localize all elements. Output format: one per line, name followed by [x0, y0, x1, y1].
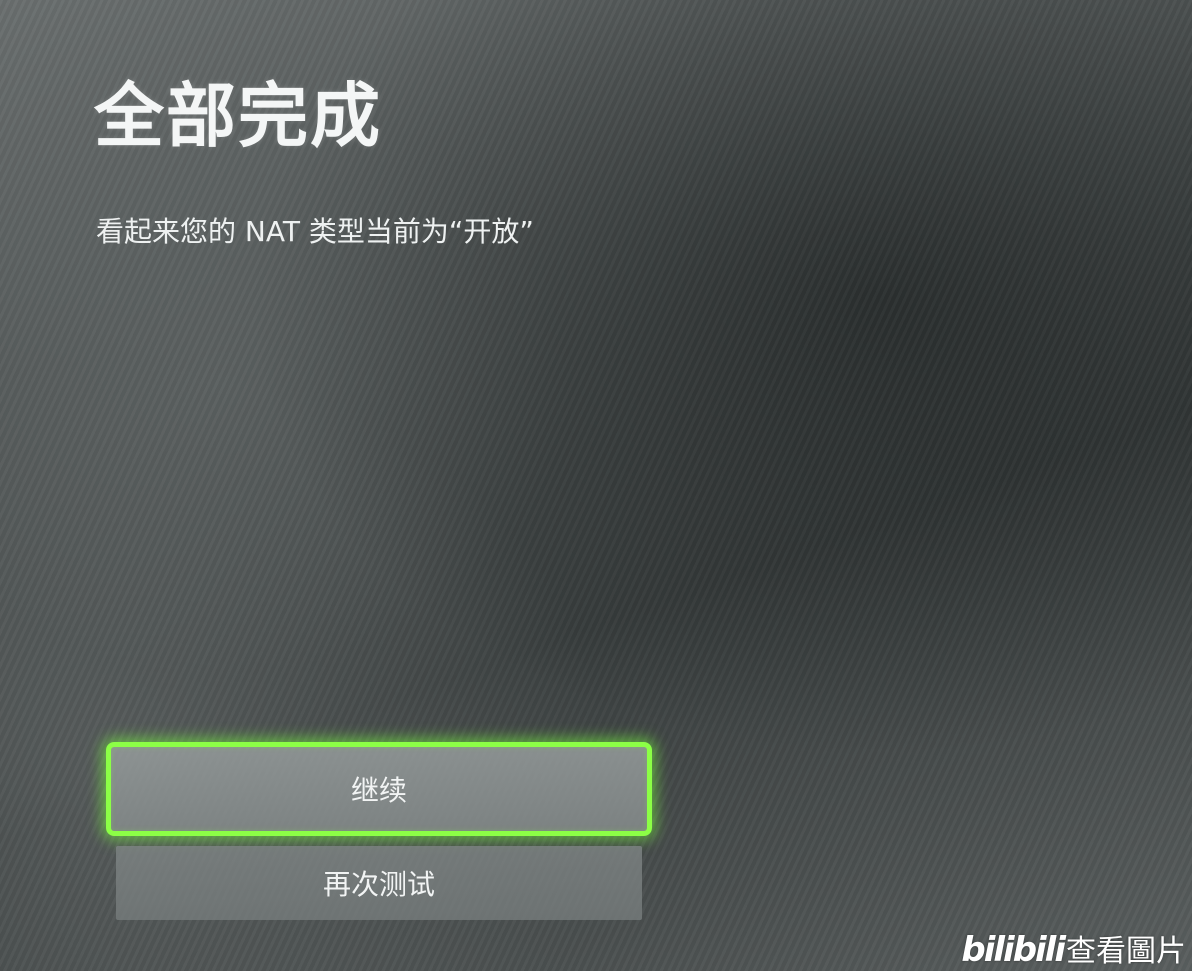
watermark: bilibili 查看圖片	[961, 933, 1186, 967]
retest-button[interactable]: 再次测试	[116, 846, 642, 920]
page-title: 全部完成	[94, 75, 382, 157]
view-image-text: 查看圖片	[1066, 934, 1186, 969]
continue-button-label: 继续	[350, 774, 407, 807]
bilibili-logo: bilibili	[961, 930, 1066, 970]
nat-status-message: 看起来您的 NAT 类型当前为“开放”	[96, 215, 534, 248]
continue-button[interactable]: 继续	[106, 742, 652, 836]
retest-button-label: 再次测试	[322, 868, 435, 901]
